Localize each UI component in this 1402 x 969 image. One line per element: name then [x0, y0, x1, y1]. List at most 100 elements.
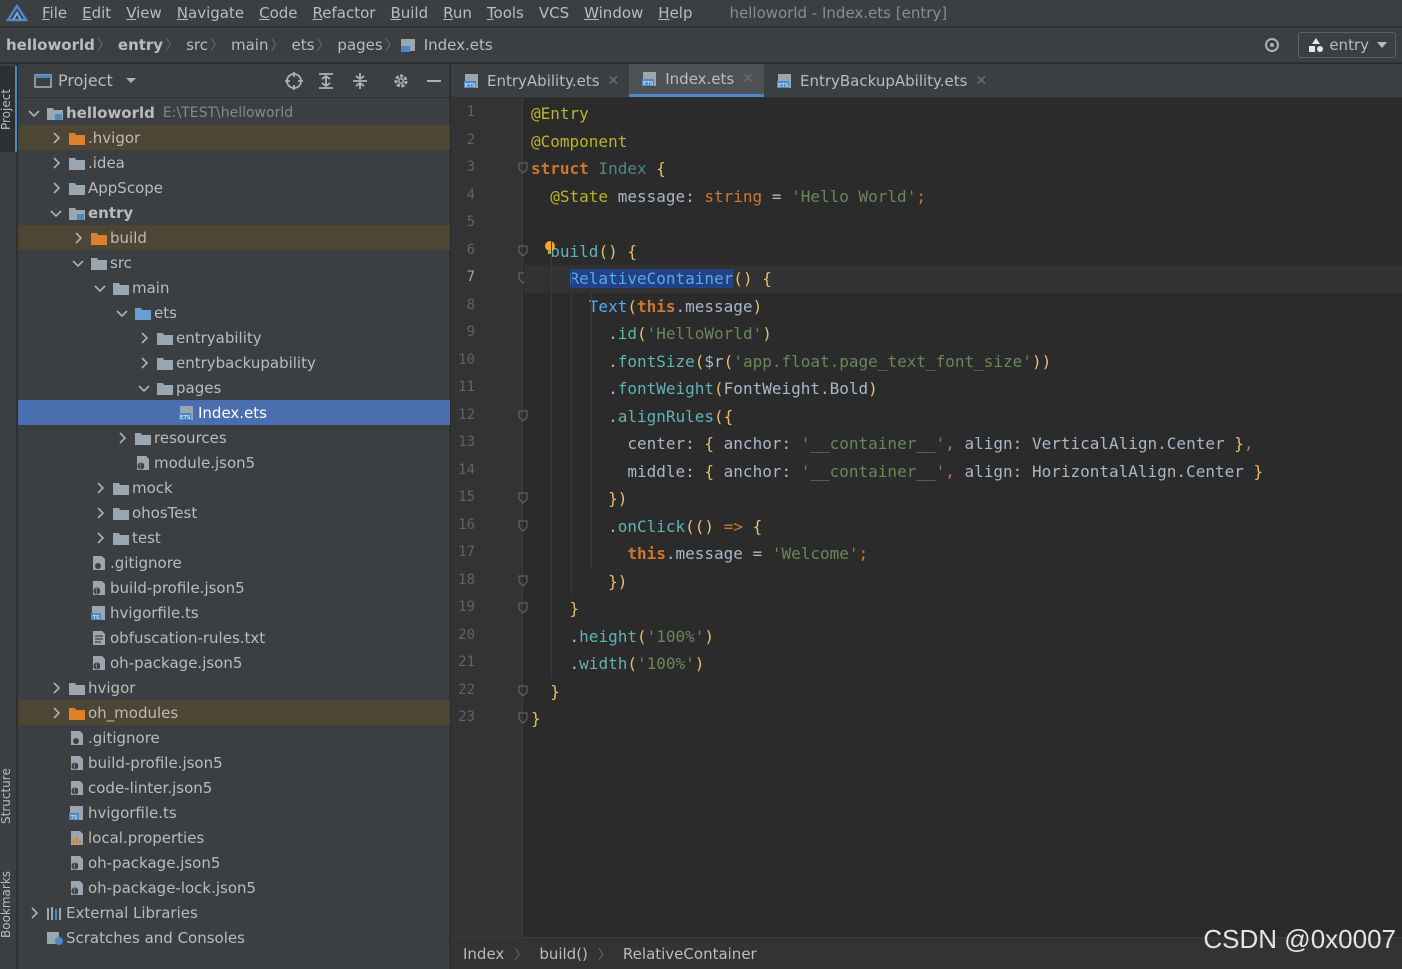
- editor-breadcrumb-item[interactable]: build(): [539, 945, 588, 963]
- structure-tool-tab[interactable]: Structure: [0, 754, 17, 838]
- target-icon[interactable]: [1262, 35, 1282, 55]
- chevron-right-icon[interactable]: [26, 905, 42, 921]
- tree-item[interactable]: main: [18, 275, 450, 300]
- code-line[interactable]: }: [531, 705, 541, 732]
- chevron-right-icon[interactable]: [92, 505, 108, 521]
- chevron-down-icon[interactable]: [136, 380, 152, 396]
- code-line[interactable]: .height('100%'): [531, 623, 715, 650]
- code-line[interactable]: struct Index {: [531, 155, 666, 182]
- code-line[interactable]: middle: { anchor: '__container__', align…: [531, 458, 1263, 485]
- bookmarks-tool-tab[interactable]: Bookmarks: [0, 859, 17, 949]
- menu-item[interactable]: Window: [584, 4, 643, 22]
- close-icon[interactable]: ✕: [742, 71, 754, 87]
- code-line[interactable]: this.message = 'Welcome';: [531, 540, 868, 567]
- tree-item[interactable]: helloworld E:\TEST\helloworld: [18, 100, 450, 125]
- code-line[interactable]: @State message: string = 'Hello World';: [531, 183, 926, 210]
- chevron-right-icon[interactable]: [92, 480, 108, 496]
- tree-item[interactable]: obfuscation-rules.txt: [18, 625, 450, 650]
- code-line[interactable]: .onClick(() => {: [531, 513, 762, 540]
- tree-item[interactable]: entry: [18, 200, 450, 225]
- menu-item[interactable]: View: [126, 4, 162, 22]
- code-line[interactable]: .width('100%'): [531, 650, 705, 677]
- breadcrumb-item[interactable]: helloworld: [0, 36, 95, 54]
- menu-item[interactable]: Edit: [82, 4, 111, 22]
- tree-item[interactable]: {} oh-package.json5: [18, 850, 450, 875]
- chevron-right-icon[interactable]: [114, 430, 130, 446]
- tree-item[interactable]: entrybackupability: [18, 350, 450, 375]
- breadcrumb-item[interactable]: ets: [285, 36, 314, 54]
- code-line[interactable]: }: [531, 678, 560, 705]
- editor-tab[interactable]: ETS EntryAbility.ets ✕: [451, 64, 629, 97]
- code-line[interactable]: .id('HelloWorld'): [531, 320, 772, 347]
- tree-item[interactable]: pages: [18, 375, 450, 400]
- chevron-right-icon[interactable]: [48, 705, 64, 721]
- chevron-down-icon[interactable]: [48, 205, 64, 221]
- chevron-down-icon[interactable]: [92, 280, 108, 296]
- close-icon[interactable]: ✕: [975, 73, 987, 89]
- tree-item[interactable]: {} build-profile.json5: [18, 575, 450, 600]
- menu-item[interactable]: Navigate: [177, 4, 244, 22]
- code-line[interactable]: .fontWeight(FontWeight.Bold): [531, 375, 878, 402]
- chevron-right-icon[interactable]: [92, 530, 108, 546]
- tree-item[interactable]: .hvigor: [18, 125, 450, 150]
- code-line[interactable]: @Entry: [531, 100, 589, 127]
- project-tool-tab[interactable]: Project: [0, 66, 17, 152]
- chevron-right-icon[interactable]: [48, 680, 64, 696]
- tree-item[interactable]: src: [18, 250, 450, 275]
- tree-item[interactable]: hvigor: [18, 675, 450, 700]
- tree-item[interactable]: {} oh-package.json5: [18, 650, 450, 675]
- tree-item[interactable]: ohosTest: [18, 500, 450, 525]
- locate-file-icon[interactable]: [284, 71, 304, 91]
- tree-item[interactable]: {} code-linter.json5: [18, 775, 450, 800]
- tree-item[interactable]: {} build-profile.json5: [18, 750, 450, 775]
- code-line[interactable]: .alignRules({: [531, 403, 733, 430]
- tree-item[interactable]: local.properties: [18, 825, 450, 850]
- code-line[interactable]: RelativeContainer() {: [531, 265, 772, 292]
- code-line[interactable]: @Component: [531, 128, 627, 155]
- tree-item[interactable]: Scratches and Consoles: [18, 925, 450, 950]
- tree-item[interactable]: entryability: [18, 325, 450, 350]
- tree-item[interactable]: mock: [18, 475, 450, 500]
- code-line[interactable]: }): [531, 485, 627, 512]
- tree-item[interactable]: build: [18, 225, 450, 250]
- editor-tab[interactable]: ETS EntryBackupAbility.ets ✕: [764, 64, 997, 97]
- tree-item[interactable]: test: [18, 525, 450, 550]
- run-configuration-selector[interactable]: entry: [1298, 32, 1396, 58]
- menu-item[interactable]: VCS: [539, 4, 569, 22]
- tree-item[interactable]: oh_modules: [18, 700, 450, 725]
- editor-breadcrumb-item[interactable]: RelativeContainer: [623, 945, 757, 963]
- menu-item[interactable]: Help: [658, 4, 692, 22]
- editor-breadcrumb-item[interactable]: Index: [463, 945, 504, 963]
- menu-item[interactable]: Run: [443, 4, 472, 22]
- code-editor[interactable]: 1 2 3 4 5 6 7 8 9 10 11 12 13 14 15 16 17 18 19 20 21 22 23 @E…: [451, 98, 1402, 937]
- close-icon[interactable]: ✕: [608, 73, 620, 89]
- chevron-right-icon[interactable]: [48, 180, 64, 196]
- tree-item[interactable]: .gitignore: [18, 550, 450, 575]
- code-line[interactable]: }: [531, 595, 580, 622]
- code-line[interactable]: Text(this.message): [531, 293, 762, 320]
- project-view-selector[interactable]: Project: [58, 71, 113, 90]
- menu-item[interactable]: File: [42, 4, 67, 22]
- chevron-right-icon[interactable]: [48, 155, 64, 171]
- chevron-right-icon[interactable]: [48, 130, 64, 146]
- tree-item[interactable]: .gitignore: [18, 725, 450, 750]
- chevron-down-icon[interactable]: [70, 255, 86, 271]
- breadcrumb-item[interactable]: src: [180, 36, 208, 54]
- tree-item[interactable]: ETS Index.ets: [18, 400, 450, 425]
- tree-item[interactable]: .idea: [18, 150, 450, 175]
- chevron-down-icon[interactable]: [125, 77, 137, 85]
- tree-item[interactable]: resources: [18, 425, 450, 450]
- tree-item[interactable]: ets: [18, 300, 450, 325]
- breadcrumb-item[interactable]: Index.ets: [418, 36, 493, 54]
- chevron-right-icon[interactable]: [136, 330, 152, 346]
- chevron-right-icon[interactable]: [70, 230, 86, 246]
- tree-item[interactable]: TS hvigorfile.ts: [18, 600, 450, 625]
- chevron-down-icon[interactable]: [26, 105, 42, 121]
- tree-item[interactable]: External Libraries: [18, 900, 450, 925]
- menu-item[interactable]: Code: [259, 4, 297, 22]
- collapse-all-icon[interactable]: [350, 71, 370, 91]
- tree-item[interactable]: AppScope: [18, 175, 450, 200]
- tree-item[interactable]: {} oh-package-lock.json5: [18, 875, 450, 900]
- code-line[interactable]: .fontSize($r('app.float.page_text_font_s…: [531, 348, 1051, 375]
- tree-item[interactable]: TS hvigorfile.ts: [18, 800, 450, 825]
